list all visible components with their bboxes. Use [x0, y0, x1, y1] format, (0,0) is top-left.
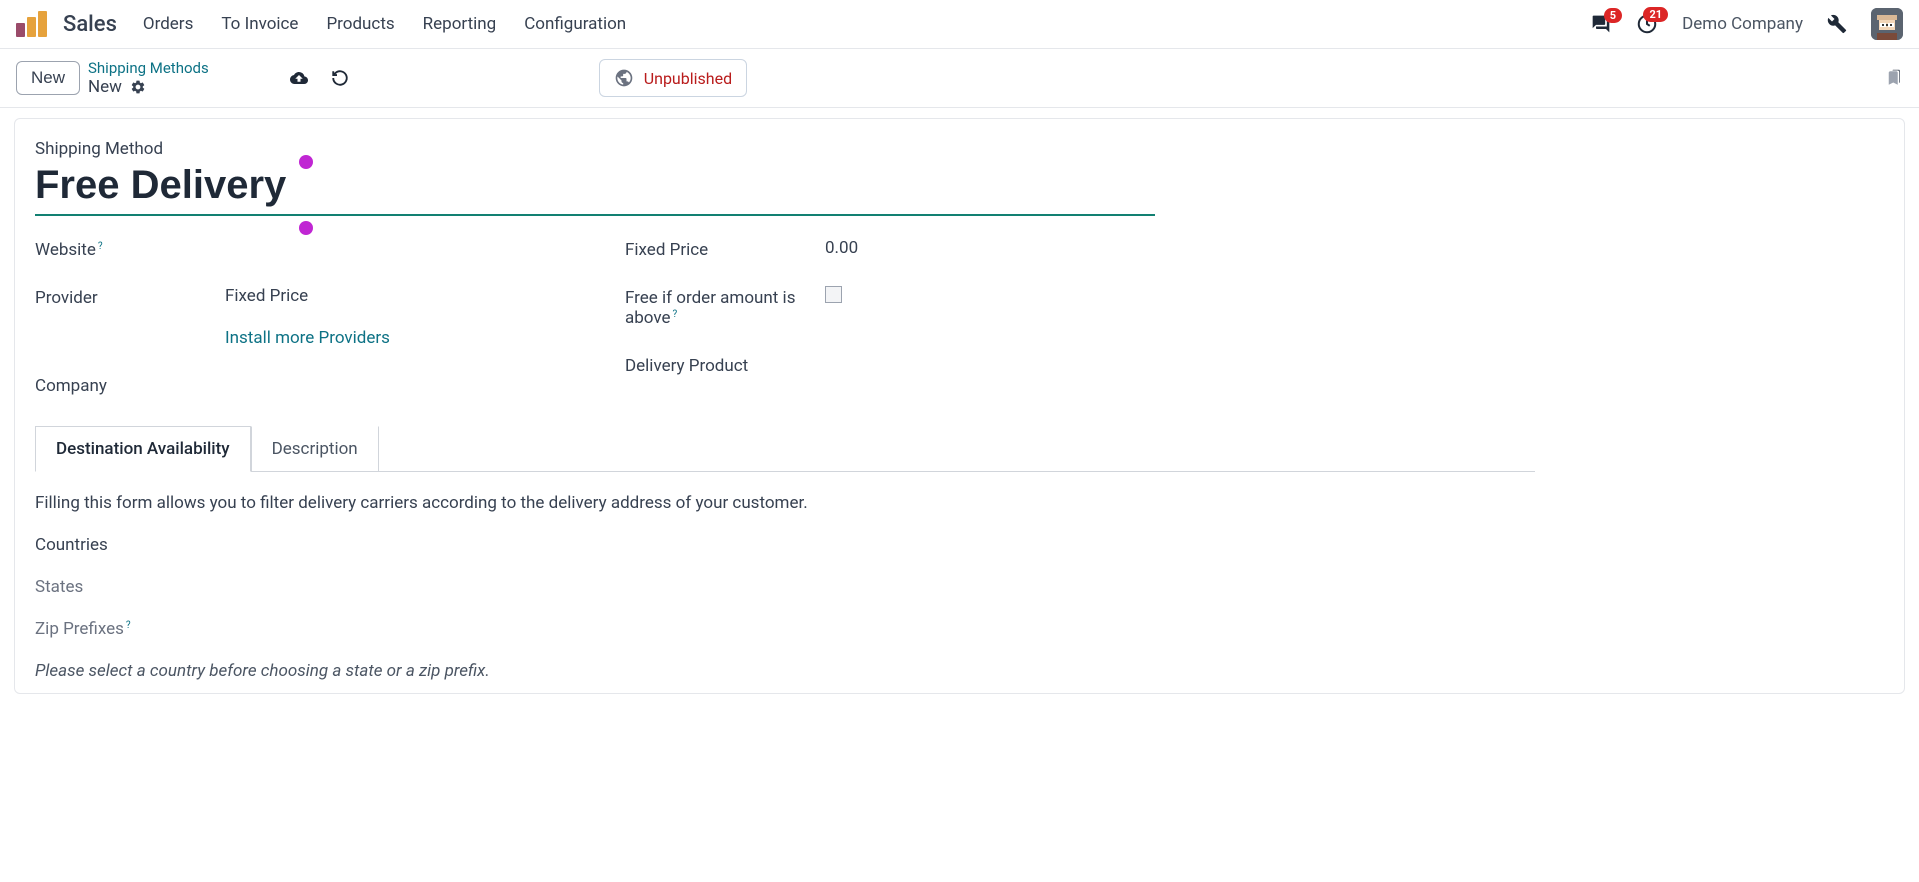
form-sheet: Shipping Method Website? Provider Fixed …	[14, 118, 1905, 694]
nav-configuration[interactable]: Configuration	[524, 14, 626, 34]
form-right-column: Fixed Price 0.00 Free if order amount is…	[625, 238, 1155, 396]
bookmark-icon[interactable]	[1885, 67, 1903, 89]
shipping-method-name-input[interactable]	[35, 159, 1155, 216]
company-switcher[interactable]: Demo Company	[1682, 14, 1803, 34]
zip-prefixes-field: Zip Prefixes?	[35, 619, 1535, 639]
activities-icon[interactable]: 21	[1636, 13, 1658, 35]
states-field: States	[35, 577, 1535, 597]
install-providers-link[interactable]: Install more Providers	[225, 328, 390, 348]
globe-icon	[614, 68, 634, 88]
nav-products[interactable]: Products	[326, 14, 394, 34]
new-button[interactable]: New	[16, 61, 80, 95]
discard-icon[interactable]	[331, 69, 349, 87]
app-name[interactable]: Sales	[63, 12, 117, 37]
provider-value[interactable]: Fixed Price	[225, 286, 565, 306]
publish-status[interactable]: Unpublished	[599, 59, 747, 97]
cloud-save-icon[interactable]	[289, 69, 309, 87]
debug-icon[interactable]	[1827, 14, 1847, 34]
fixed-price-field[interactable]: Fixed Price 0.00	[625, 238, 1155, 260]
tab-description[interactable]: Description	[251, 426, 379, 472]
tab-content-destination: Filling this form allows you to filter d…	[35, 471, 1535, 693]
website-field[interactable]: Website?	[35, 238, 565, 260]
help-icon[interactable]: ?	[98, 241, 103, 252]
free-if-above-field[interactable]: Free if order amount is above?	[625, 286, 1155, 328]
publish-status-label: Unpublished	[644, 69, 732, 88]
messages-icon[interactable]: 5	[1590, 14, 1612, 34]
form-left-column: Website? Provider Fixed Price Install mo…	[35, 238, 565, 396]
topbar-right: 5 21 Demo Company	[1590, 8, 1903, 40]
user-avatar[interactable]	[1871, 8, 1903, 40]
delivery-product-field[interactable]: Delivery Product	[625, 354, 1155, 376]
nav-orders[interactable]: Orders	[143, 14, 193, 34]
help-icon[interactable]: ?	[126, 620, 131, 631]
tab-destination-availability[interactable]: Destination Availability	[35, 426, 251, 472]
gear-icon[interactable]	[130, 79, 146, 95]
destination-intro: Filling this form allows you to filter d…	[35, 493, 1535, 513]
activities-badge: 21	[1643, 7, 1668, 22]
main-nav: Orders To Invoice Products Reporting Con…	[143, 14, 626, 34]
nav-reporting[interactable]: Reporting	[423, 14, 497, 34]
text-cursor-handle-bottom[interactable]	[299, 221, 313, 235]
fixed-price-value[interactable]: 0.00	[825, 238, 1155, 258]
app-logo[interactable]	[16, 11, 47, 37]
free-if-above-checkbox[interactable]	[825, 286, 842, 303]
topbar: Sales Orders To Invoice Products Reporti…	[0, 0, 1919, 49]
destination-warning: Please select a country before choosing …	[35, 661, 1535, 681]
breadcrumb-parent[interactable]: Shipping Methods	[88, 59, 209, 77]
title-field-label: Shipping Method	[35, 139, 1155, 159]
breadcrumb: Shipping Methods New	[88, 59, 209, 97]
control-panel: New Shipping Methods New Unpublished	[0, 49, 1919, 108]
messages-badge: 5	[1604, 8, 1622, 23]
breadcrumb-current: New	[88, 77, 122, 97]
provider-field[interactable]: Provider Fixed Price Install more Provid…	[35, 286, 565, 348]
form-tabs: Destination Availability Description	[35, 426, 1535, 471]
countries-field[interactable]: Countries	[35, 535, 1535, 555]
help-icon[interactable]: ?	[673, 309, 678, 320]
company-field[interactable]: Company	[35, 374, 565, 396]
nav-to-invoice[interactable]: To Invoice	[221, 14, 298, 34]
